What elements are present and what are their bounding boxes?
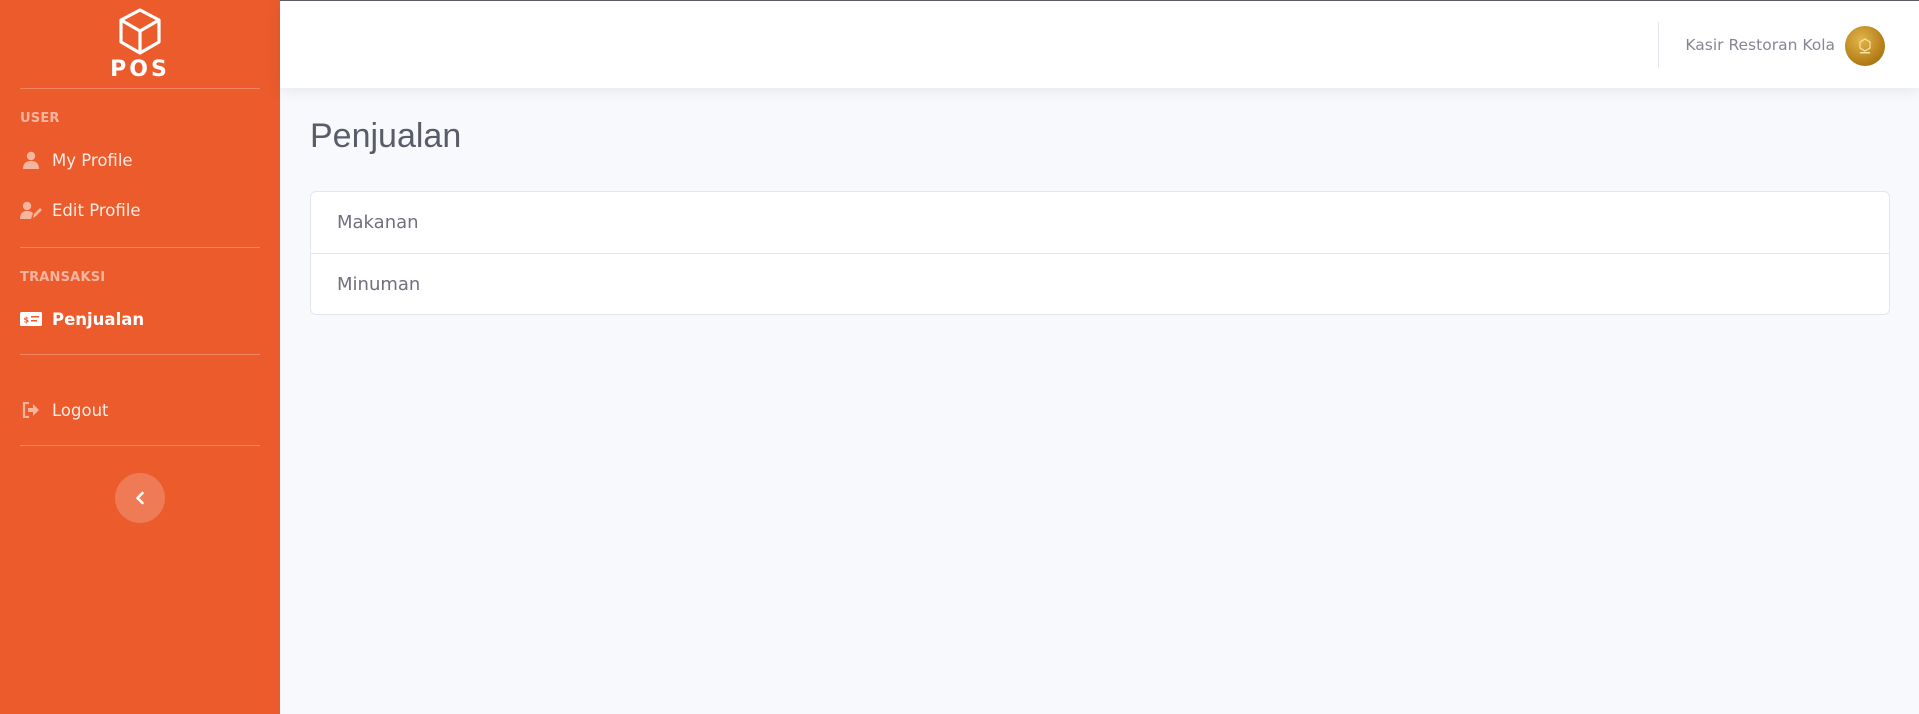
topbar-divider: [1658, 22, 1659, 68]
category-list: Makanan Minuman: [310, 191, 1890, 315]
brand[interactable]: POS: [0, 0, 280, 88]
cube-icon: [119, 8, 161, 55]
avatar[interactable]: [1845, 26, 1885, 66]
user-name[interactable]: Kasir Restoran Kola: [1685, 36, 1835, 54]
sidebar-item-label: Edit Profile: [52, 200, 141, 220]
sidebar-divider: [20, 445, 260, 446]
restaurant-logo-icon: [1859, 38, 1871, 54]
list-item-minuman[interactable]: Minuman: [311, 253, 1889, 314]
sidebar-divider: [20, 247, 260, 248]
sidebar-item-label: Penjualan: [52, 309, 145, 329]
sidebar-item-my-profile[interactable]: My Profile: [0, 135, 280, 185]
money-bill-icon: $: [20, 309, 42, 329]
user-icon: [20, 150, 42, 170]
svg-text:$: $: [24, 316, 30, 325]
user-edit-icon: [20, 200, 42, 220]
sidebar: POS USER My Profile Edit Profile TRANSAK…: [0, 0, 280, 714]
list-item-makanan[interactable]: Makanan: [311, 192, 1889, 253]
brand-logo-text: POS: [110, 57, 170, 82]
sidebar-item-edit-profile[interactable]: Edit Profile: [0, 185, 280, 235]
sidebar-toggle-button[interactable]: [115, 473, 165, 523]
chevron-left-icon: [136, 491, 144, 505]
sidebar-heading-transaksi: TRANSAKSI: [20, 270, 106, 285]
topbar: Kasir Restoran Kola: [280, 0, 1919, 88]
sidebar-item-label: Logout: [52, 400, 109, 420]
sidebar-divider: [20, 354, 260, 355]
sidebar-item-penjualan[interactable]: $ Penjualan: [0, 294, 280, 344]
sidebar-divider: [20, 88, 260, 89]
sidebar-heading-user: USER: [20, 111, 60, 126]
sidebar-item-logout[interactable]: Logout: [0, 385, 280, 435]
sidebar-item-label: My Profile: [52, 150, 133, 170]
sign-out-icon: [20, 400, 42, 420]
page-title: Penjualan: [310, 117, 462, 155]
